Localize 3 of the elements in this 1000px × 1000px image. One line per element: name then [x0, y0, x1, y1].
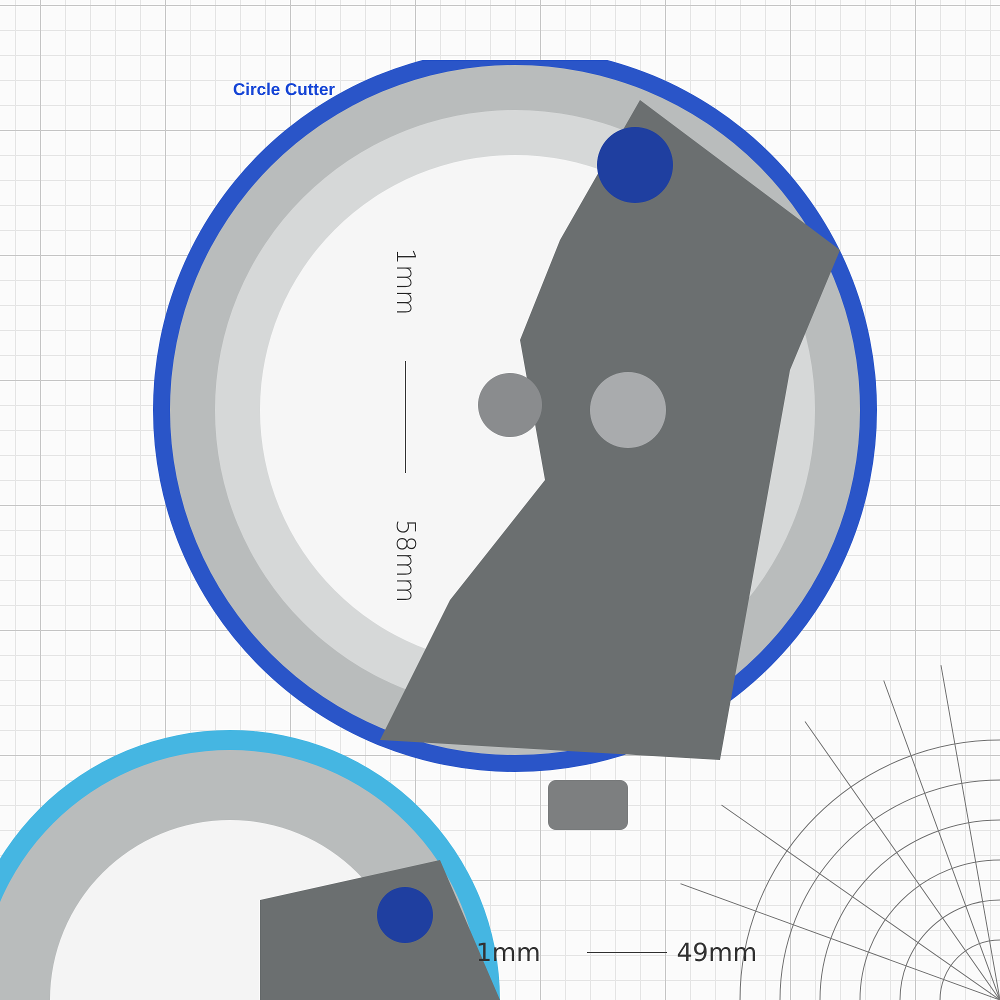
size-min-label: 1mm [392, 248, 418, 316]
product-title: Circle Cutter [233, 80, 336, 100]
size-max-label: 58mm [392, 519, 418, 603]
